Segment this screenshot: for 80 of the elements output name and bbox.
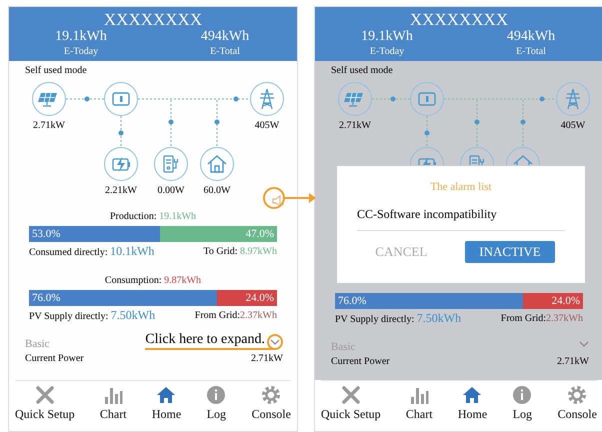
- consumption-detail: PV Supply directly: 7.50kWh: [29, 308, 156, 324]
- device-title: XXXXXXXX: [408, 11, 510, 29]
- consumption-detail: From Grid:2.37kWh: [194, 309, 277, 323]
- solar-panel-icon: [32, 82, 66, 116]
- info-icon: [206, 385, 226, 405]
- connector-line: [424, 116, 430, 148]
- nav-tab[interactable]: Home: [458, 381, 488, 431]
- energy-label: E-Total: [210, 45, 240, 58]
- nav-tab[interactable]: Log: [206, 381, 226, 431]
- nav-tab[interactable]: Console: [252, 381, 291, 431]
- mode-label: Self used mode: [24, 64, 87, 77]
- production-title: Production: 19.1kWh: [110, 210, 196, 224]
- nav-tab[interactable]: Home: [152, 381, 182, 431]
- power-value: 2.71kW: [32, 120, 66, 132]
- current-power-value: 2.71kW: [251, 352, 283, 366]
- consumption-detail: PV Supply directly: 7.50kWh: [335, 311, 462, 327]
- nav-tab[interactable]: Chart: [100, 381, 127, 431]
- bar-fill: 76.0%: [29, 290, 218, 306]
- production-detail: Consumed directly: 10.1kWh: [29, 244, 154, 260]
- settings-icon: [261, 385, 282, 405]
- power-value: 2.71kW: [338, 120, 372, 132]
- energy-value: 19.1kWh: [55, 29, 107, 45]
- alarm-message: CC-Software incompatibility: [357, 206, 497, 222]
- energy-value: 494kWh: [506, 29, 556, 45]
- energy-label: E-Total: [516, 45, 546, 58]
- nav-tab[interactable]: Console: [558, 381, 597, 431]
- energy-value: 494kWh: [200, 29, 250, 45]
- charger-icon: [154, 147, 188, 181]
- nav-tab[interactable]: Quick Setup: [15, 381, 75, 431]
- bar-fill: 76.0%: [335, 293, 524, 309]
- nav-tab[interactable]: Log: [512, 381, 532, 431]
- house-icon: [200, 147, 234, 181]
- bar-chart-icon: [103, 385, 124, 405]
- solar-panel-icon: [338, 82, 372, 116]
- inverter-icon: [104, 82, 138, 116]
- percent-label: 47.0%: [244, 227, 275, 242]
- power-value: 60.0W: [202, 185, 232, 197]
- info-icon: [512, 385, 532, 405]
- power-value: 405W: [254, 120, 280, 132]
- battery-icon: [104, 147, 138, 181]
- speaker-icon[interactable]: [271, 194, 285, 208]
- connector-line: [118, 116, 124, 148]
- home-icon: [156, 385, 176, 405]
- section-label: Basic: [25, 338, 50, 350]
- power-tower-icon: [556, 82, 590, 116]
- callout-arrow: [262, 186, 318, 210]
- device-title: XXXXXXXX: [102, 11, 204, 29]
- energy-label: E-Today: [370, 45, 404, 58]
- tools-icon: [340, 385, 361, 405]
- mode-label: Self used mode: [330, 64, 393, 77]
- charger-icon: [460, 147, 494, 165]
- consumption-title: Consumption: 9.87kWh: [104, 274, 202, 288]
- power-value: 405W: [560, 120, 586, 132]
- power-value: 0.00W: [156, 185, 186, 197]
- percent-label: 24.0%: [244, 291, 275, 306]
- nav-tab[interactable]: Quick Setup: [321, 381, 381, 431]
- energy-label: E-Today: [64, 45, 98, 58]
- home-icon: [462, 385, 482, 405]
- connector-line: [372, 96, 410, 102]
- settings-icon: [567, 385, 588, 405]
- battery-icon: [410, 147, 444, 165]
- house-icon: [506, 147, 540, 165]
- callout-text: Click here to expand.: [145, 332, 275, 350]
- chevron-icon[interactable]: [267, 334, 283, 350]
- power-value: 2.21kW: [104, 185, 138, 197]
- nav-tab[interactable]: Chart: [406, 381, 433, 431]
- tools-icon: [34, 385, 55, 405]
- production-detail: To Grid: 8.97kWh: [204, 245, 277, 259]
- bar-fill: 53.0%: [29, 226, 160, 242]
- percent-label: 24.0%: [550, 294, 581, 309]
- consumption-detail: From Grid:2.37kWh: [500, 312, 583, 326]
- dialog-title: The alarm list: [430, 180, 492, 194]
- current-power-label: Current Power: [25, 352, 84, 366]
- current-power-value: 2.71kW: [557, 355, 589, 369]
- energy-value: 19.1kWh: [361, 29, 413, 45]
- connector-line: [66, 96, 104, 102]
- power-tower-icon: [250, 82, 284, 116]
- current-power-label: Current Power: [331, 355, 390, 369]
- inverter-icon: [410, 82, 444, 116]
- bar-chart-icon: [409, 385, 430, 405]
